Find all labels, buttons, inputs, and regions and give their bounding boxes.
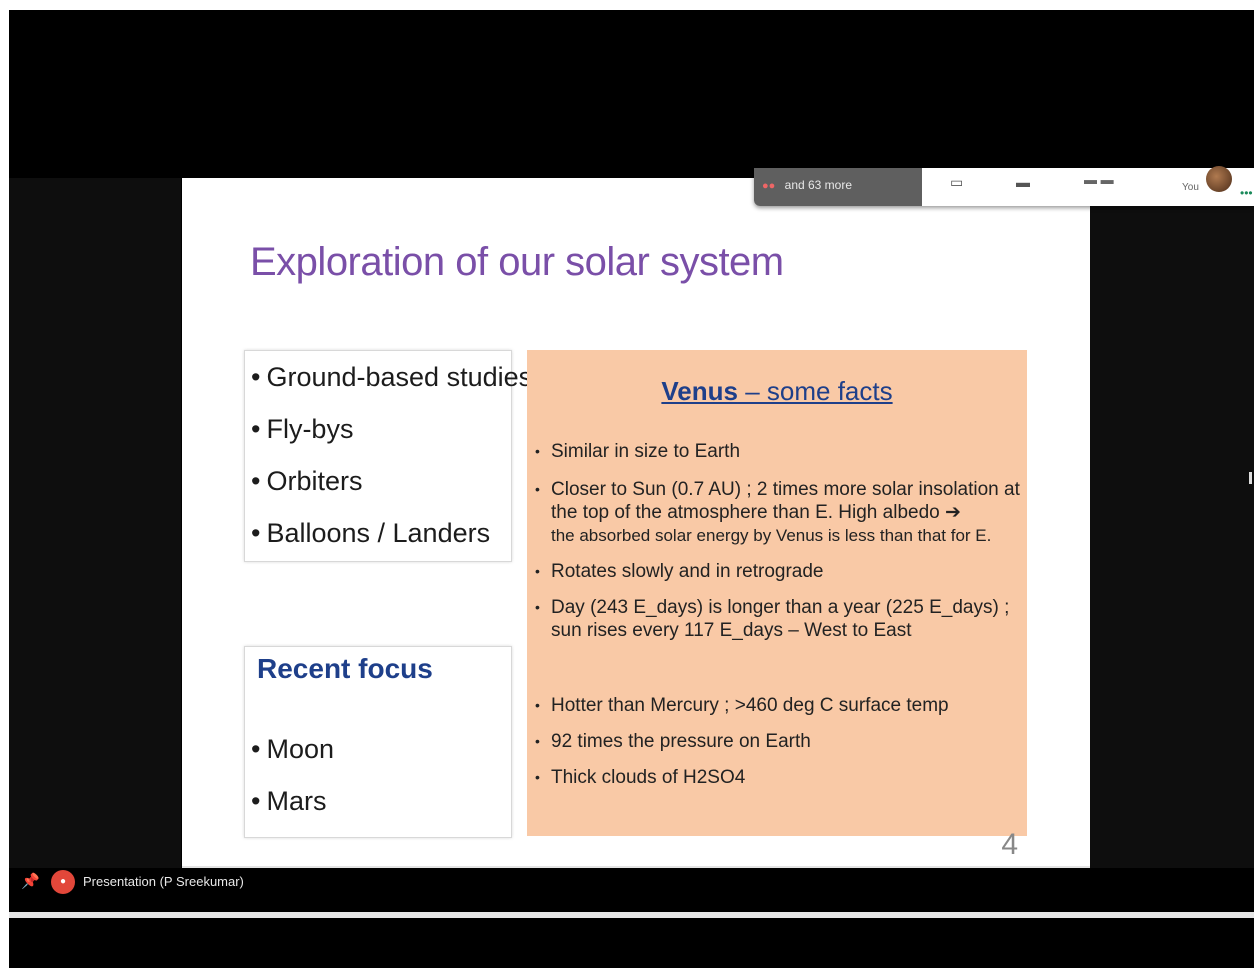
right-edge-marker <box>1249 472 1252 484</box>
window-border-top <box>0 0 1254 10</box>
fact-item: • Thick clouds of H2SO4 <box>535 766 1021 789</box>
venus-facts-title: Venus – some facts <box>527 376 1027 407</box>
presenter-strip: 📌 ● Presentation (P Sreekumar) <box>9 868 1254 898</box>
presentation-slide: Exploration of our solar system Ground-b… <box>182 178 1090 876</box>
list-item: Orbiters <box>251 455 511 507</box>
venus-title-bold: Venus <box>661 376 738 406</box>
fact-text: Similar in size to Earth <box>551 441 741 462</box>
meeting-toolbar: ●● and 63 more ▭ ▬ ▬ ▬ You ••• <box>754 166 1254 206</box>
list-item: Moon <box>251 723 511 775</box>
presenter-label: Presentation (P Sreekumar) <box>83 874 244 889</box>
activities-icon[interactable]: ▬ <box>1016 174 1030 190</box>
recent-focus-title: Recent focus <box>257 653 433 684</box>
venus-facts-panel: Venus – some facts • Similar in size to … <box>527 350 1027 836</box>
list-item: Mars <box>251 775 511 827</box>
right-margin <box>1090 178 1254 868</box>
methods-box: Ground-based studies Fly-bys Orbiters Ba… <box>244 350 532 562</box>
avatar[interactable] <box>1206 166 1232 192</box>
window-border-left <box>0 0 9 968</box>
slide-page-number: 4 <box>1001 828 1018 861</box>
bullet-icon: • <box>535 599 540 615</box>
bullet-icon: • <box>535 443 540 459</box>
list-item: Fly-bys <box>251 403 511 455</box>
recent-focus-box: Recent focus Moon Mars <box>244 646 512 838</box>
methods-list: Ground-based studies Fly-bys Orbiters Ba… <box>245 351 532 559</box>
presenter-avatar: ● <box>51 870 75 894</box>
list-item: Balloons / Landers <box>251 507 511 559</box>
left-margin <box>9 178 181 868</box>
fact-item: • Day (243 E_days) is longer than a year… <box>535 596 1021 642</box>
participants-label: and 63 more <box>784 178 853 192</box>
progress-line <box>9 912 1254 918</box>
self-view-label: You <box>1182 182 1199 193</box>
fact-text: 92 times the pressure on Earth <box>551 731 811 752</box>
recent-focus-list: Moon Mars <box>245 723 511 827</box>
fact-text: Thick clouds of H2SO4 <box>551 767 746 788</box>
participants-icon: ●● <box>762 180 776 192</box>
bullet-icon: • <box>535 769 540 785</box>
slide-title: Exploration of our solar system <box>250 240 784 284</box>
list-item: Ground-based studies <box>251 351 532 403</box>
fact-text: Hotter than Mercury ; >460 deg C surface… <box>551 695 949 716</box>
venus-title-rest: – some facts <box>737 376 893 406</box>
fact-item: • Similar in size to Earth <box>535 440 1021 463</box>
chat-icon[interactable]: ▭ <box>950 174 963 191</box>
more-options-icon[interactable]: ••• <box>1240 186 1253 200</box>
participants-button[interactable]: ●● and 63 more <box>754 168 922 206</box>
clock-icon: ▬ ▬ <box>1084 172 1114 187</box>
pin-icon[interactable]: 📌 <box>21 872 40 890</box>
fact-item: • Rotates slowly and in retrograde <box>535 560 1021 583</box>
fact-item: • Closer to Sun (0.7 AU) ; 2 times more … <box>535 478 1021 547</box>
fact-text: Closer to Sun (0.7 AU) ; 2 times more so… <box>551 479 1020 523</box>
bullet-icon: • <box>535 697 540 713</box>
fact-text: Rotates slowly and in retrograde <box>551 561 824 582</box>
fact-item: • 92 times the pressure on Earth <box>535 730 1021 753</box>
bullet-icon: • <box>535 733 540 749</box>
bullet-icon: • <box>535 563 540 579</box>
fact-text: Day (243 E_days) is longer than a year (… <box>551 597 1010 641</box>
bullet-icon: • <box>535 481 540 497</box>
fact-text-continued: the absorbed solar energy by Venus is le… <box>551 526 992 545</box>
fact-item: • Hotter than Mercury ; >460 deg C surfa… <box>535 694 1021 717</box>
